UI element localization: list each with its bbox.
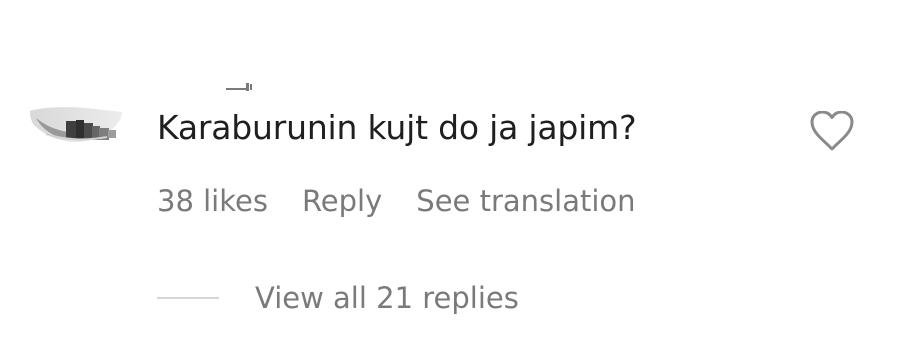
replies-divider [157, 297, 219, 299]
comment-actions: 38 likes Reply See translation [157, 181, 636, 221]
view-replies-row: View all 21 replies [157, 278, 519, 318]
likes-count-button[interactable]: 38 likes [157, 181, 268, 221]
comment-text: Karaburunin kujt do ja japim? [157, 108, 637, 147]
see-translation-button[interactable]: See translation [416, 181, 635, 221]
comment-row: Karaburunin kujt do ja japim? 38 likes R… [0, 0, 900, 342]
cropped-top-fragment [226, 76, 256, 91]
view-all-replies-button[interactable]: View all 21 replies [255, 278, 519, 318]
heart-outline-icon[interactable] [808, 111, 856, 153]
avatar[interactable] [28, 98, 124, 148]
reply-button[interactable]: Reply [302, 181, 382, 221]
